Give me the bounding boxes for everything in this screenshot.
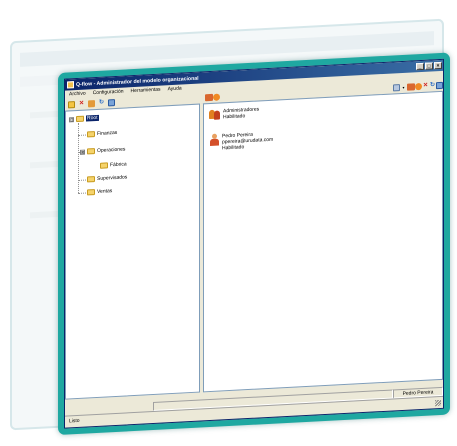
folder-icon [87, 189, 95, 196]
list-item-group[interactable]: Administradores Habilitado [209, 106, 259, 121]
menu-ayuda[interactable]: Ayuda [168, 86, 182, 93]
delete-icon[interactable]: ✕ [78, 100, 85, 107]
group-icon [209, 109, 220, 121]
new-folder-icon[interactable] [68, 100, 75, 108]
member-list[interactable]: Administradores Habilitado Pedro Pereira… [203, 90, 443, 393]
tree-connector [78, 192, 86, 194]
main-panes: ⊟ Root Finanzas ⊞ Operaciones Fábrica Su… [65, 90, 443, 400]
tree-node-operaciones[interactable]: ⊞ Operaciones [80, 146, 126, 155]
org-tree[interactable]: ⊟ Root Finanzas ⊞ Operaciones Fábrica Su… [65, 103, 200, 400]
edit-icon[interactable] [88, 99, 95, 107]
app-icon [67, 81, 74, 89]
folder-icon [87, 176, 95, 183]
user-view-icon[interactable] [213, 93, 220, 101]
tree-node-supervisados[interactable]: Supervisados [87, 174, 128, 183]
tree-node-root[interactable]: ⊟ Root [69, 114, 99, 123]
add-group-icon[interactable] [407, 82, 415, 91]
list-item-user[interactable]: Pedro Pereira ppereira@urudata.com Habil… [210, 131, 273, 152]
tree-node-label: Root [86, 114, 99, 122]
group-view-icon[interactable] [205, 93, 213, 101]
tree-connector [78, 179, 86, 181]
tree-node-ventas[interactable]: Ventas [87, 188, 113, 196]
app-window: Q-flow - Administrador del modelo organi… [64, 58, 444, 429]
view-options-icon[interactable] [393, 83, 400, 91]
user-icon [210, 133, 219, 147]
minimize-button[interactable]: _ [416, 62, 424, 71]
tree-connector [78, 134, 86, 136]
add-user-icon[interactable] [415, 82, 422, 90]
collapse-icon[interactable]: ⊟ [69, 116, 74, 122]
refresh-icon[interactable]: ↻ [429, 82, 436, 89]
tree-node-label: Finanzas [97, 129, 118, 137]
tree-node-label: Operaciones [97, 146, 126, 154]
folder-icon [100, 162, 108, 169]
menu-archivo[interactable]: Archivo [69, 91, 86, 98]
screenshot-frame: Q-flow - Administrador del modelo organi… [58, 52, 450, 436]
tree-node-fabrica[interactable]: Fábrica [100, 161, 127, 169]
folder-icon [87, 131, 95, 138]
expand-icon[interactable]: ⊞ [80, 149, 85, 155]
status-text: Listo [69, 417, 80, 425]
properties-icon[interactable] [108, 98, 115, 106]
tree-node-finanzas[interactable]: Finanzas [87, 130, 117, 138]
folder-icon [76, 115, 84, 123]
group-status: Habilitado [223, 113, 246, 121]
tree-node-label: Fábrica [110, 161, 127, 169]
tree-node-label: Ventas [97, 188, 113, 195]
tree-connector [78, 122, 79, 193]
tree-node-label: Supervisados [97, 174, 128, 182]
folder-icon [87, 148, 95, 155]
close-button[interactable]: × [434, 61, 442, 70]
refresh-icon[interactable]: ↻ [98, 99, 105, 106]
dropdown-icon[interactable]: ▾ [400, 83, 407, 90]
properties-icon[interactable] [436, 81, 443, 89]
maximize-button[interactable]: □ [425, 62, 433, 70]
delete-icon[interactable]: ✕ [422, 82, 429, 89]
resize-grip[interactable] [435, 399, 441, 407]
